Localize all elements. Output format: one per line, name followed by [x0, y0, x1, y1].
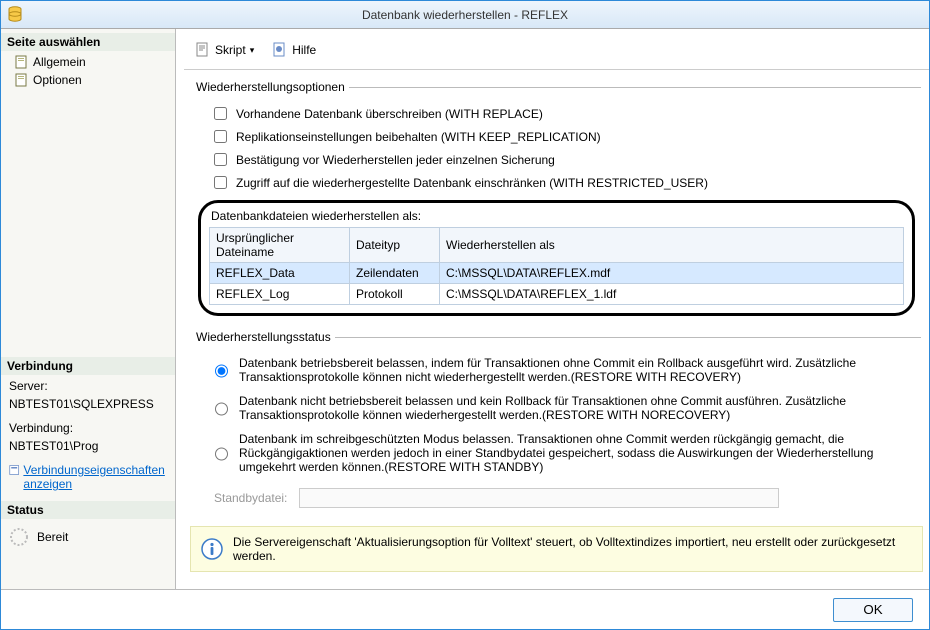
restore-with-standby-radio[interactable]	[215, 434, 228, 474]
connection-value: NBTEST01\Prog	[1, 437, 175, 455]
restore-files-label: Datenbankdateien wiederherstellen als:	[211, 209, 904, 223]
script-button[interactable]: Skript ▾	[188, 39, 261, 61]
titlebar: Datenbank wiederherstellen - REFLEX	[1, 1, 929, 29]
connection-label: Verbindung:	[1, 419, 175, 437]
standby-file-label: Standbydatei:	[214, 491, 287, 505]
database-icon	[7, 6, 23, 22]
restricted-user-checkbox[interactable]	[214, 176, 227, 189]
fulltext-info: Die Servereigenschaft 'Aktualisierungsop…	[190, 526, 923, 572]
bottombar: OK	[1, 589, 929, 629]
help-button[interactable]: Hilfe	[265, 39, 323, 61]
ok-button[interactable]: OK	[833, 598, 913, 622]
col-restore-as[interactable]: Wiederherstellen als	[440, 228, 904, 263]
restore-options-legend: Wiederherstellungsoptionen	[192, 80, 349, 94]
keep-replication-checkbox[interactable]	[214, 130, 227, 143]
chevron-down-icon: ▾	[250, 45, 255, 56]
help-icon	[272, 42, 288, 58]
content: Skript ▾ Hilfe Wiederherstellungsoptione…	[176, 29, 929, 589]
server-value: NBTEST01\SQLEXPRESS	[1, 395, 175, 413]
standby-file-input	[299, 488, 779, 508]
status-header: Status	[1, 501, 175, 519]
table-row[interactable]: REFLEX_Data Zeilendaten C:\MSSQL\DATA\RE…	[210, 263, 904, 284]
restore-with-recovery-radio[interactable]	[215, 358, 228, 384]
sidebar: Seite auswählen Allgemein Optionen Verbi…	[1, 29, 176, 589]
recovery-state-legend: Wiederherstellungsstatus	[192, 330, 335, 344]
properties-icon	[9, 463, 19, 477]
sidebar-item-options[interactable]: Optionen	[1, 71, 175, 89]
page-icon	[15, 73, 29, 87]
restore-files-table[interactable]: Ursprünglicher Dateiname Dateityp Wieder…	[209, 227, 904, 305]
sidebar-select-page: Seite auswählen	[1, 33, 175, 51]
restore-with-norecovery-radio[interactable]	[215, 396, 228, 422]
sidebar-item-label: Optionen	[33, 73, 82, 87]
ready-icon	[9, 527, 29, 547]
connection-properties-link[interactable]: Verbindungseigenschaften anzeigen	[23, 463, 167, 491]
connection-header: Verbindung	[1, 357, 175, 375]
info-icon	[201, 538, 223, 560]
sidebar-item-general[interactable]: Allgemein	[1, 53, 175, 71]
col-original-filename[interactable]: Ursprünglicher Dateiname	[210, 228, 350, 263]
col-filetype[interactable]: Dateityp	[350, 228, 440, 263]
prompt-before-restore-checkbox[interactable]	[214, 153, 227, 166]
server-label: Server:	[1, 377, 175, 395]
table-row[interactable]: REFLEX_Log Protokoll C:\MSSQL\DATA\REFLE…	[210, 284, 904, 305]
recovery-state-group: Wiederherstellungsstatus Datenbank betri…	[192, 330, 921, 508]
overwrite-db-checkbox[interactable]	[214, 107, 227, 120]
script-icon	[195, 42, 211, 58]
restore-options-group: Wiederherstellungsoptionen Vorhandene Da…	[192, 80, 921, 320]
page-icon	[15, 55, 29, 69]
sidebar-item-label: Allgemein	[33, 55, 86, 69]
toolbar: Skript ▾ Hilfe	[184, 37, 929, 70]
window-title: Datenbank wiederherstellen - REFLEX	[362, 8, 568, 22]
status-value: Bereit	[37, 530, 68, 544]
restore-files-box: Datenbankdateien wiederherstellen als: U…	[198, 200, 915, 316]
